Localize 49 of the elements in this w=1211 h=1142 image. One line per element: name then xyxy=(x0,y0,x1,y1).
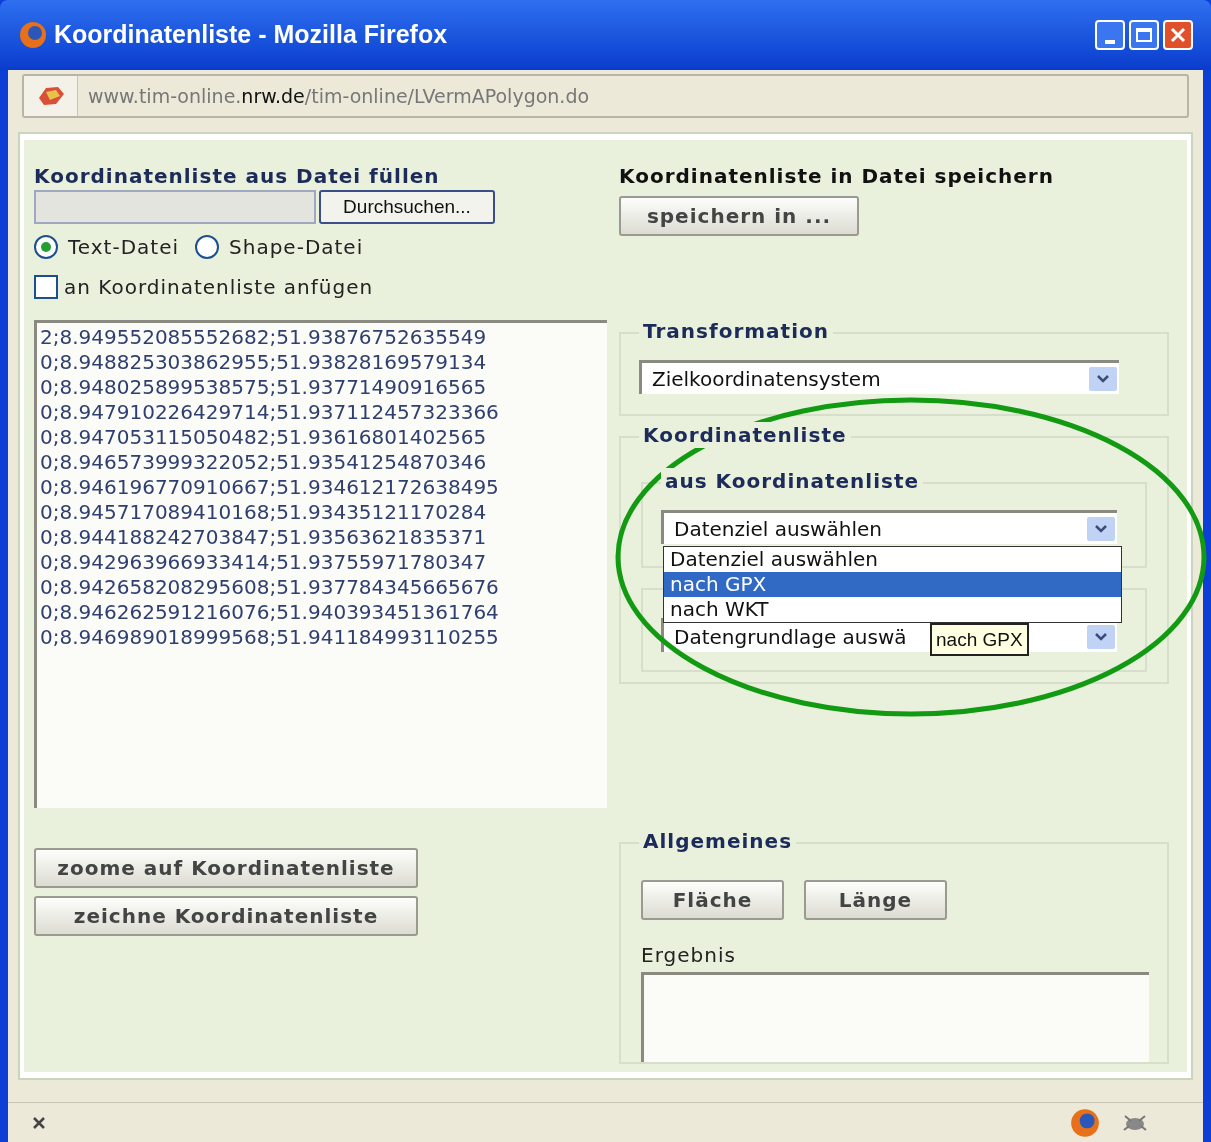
coordinate-line: 0;8.947053115050482;51.93616801402565 xyxy=(40,425,488,450)
close-icon[interactable] xyxy=(32,1115,46,1130)
site-icon xyxy=(24,76,78,116)
form-button[interactable]: zeichne Koordinatenliste xyxy=(34,896,418,936)
section-heading: Koordinatenliste in Datei speichern xyxy=(619,164,1055,188)
coordinate-line: 0;8.944188242703847;51.93563621835371 xyxy=(40,525,488,550)
coordinate-line: 0;8.946573999322052;51.93541254870346 xyxy=(40,450,488,475)
form-button[interactable]: zoome auf Koordinatenliste xyxy=(34,848,418,888)
maximize-button[interactable] xyxy=(1129,20,1159,50)
browser-logo-icon xyxy=(18,20,48,50)
window-title: Koordinatenliste - Mozilla Firefox xyxy=(54,19,448,51)
result-label: Ergebnis xyxy=(641,942,737,969)
form-button[interactable]: Fläche xyxy=(641,880,784,920)
form-button[interactable]: Länge xyxy=(804,880,947,920)
address-bar[interactable]: www.tim-online.nrw.de/tim-online/LVermAPolygon.do xyxy=(22,74,1189,118)
coordinate-system-select[interactable]: Zielkoordinatensystem xyxy=(639,360,1119,394)
form-button[interactable]: speichern in ... xyxy=(619,196,859,236)
coordinate-line: 0;8.946196770910667;51.934612172638495 xyxy=(40,475,500,500)
coordinate-line: 0;8.946989018999568;51.941184993110255 xyxy=(40,625,500,650)
minimize-button[interactable] xyxy=(1095,20,1125,50)
checkbox-label: an Koordinatenliste anfügen xyxy=(64,274,374,301)
radio-button[interactable] xyxy=(34,235,58,259)
file-input-field[interactable] xyxy=(34,190,316,224)
coordinates-textarea[interactable] xyxy=(34,320,607,808)
coordinate-line: 0;8.947910226429714;51.937112457323366 xyxy=(40,400,500,425)
radio-label: Shape-Datei xyxy=(229,234,364,261)
url-text[interactable]: www.tim-online.nrw.de/tim-online/LVermAPolygon.do xyxy=(88,81,590,111)
coordinate-line: 0;8.946262591216076;51.940393451361764 xyxy=(40,600,500,625)
checkbox[interactable] xyxy=(34,275,58,299)
dropdown-option[interactable]: Datenziel auswählen xyxy=(664,547,1121,572)
maximize-icon xyxy=(1136,28,1152,42)
tooltip: nach GPX xyxy=(930,623,1029,656)
section-heading: Koordinatenliste aus Datei füllen xyxy=(34,164,441,188)
section-legend: Koordinatenliste xyxy=(639,422,851,448)
coordinate-line: 0;8.942963966933414;51.93755971780347 xyxy=(40,550,488,575)
dropdown-option[interactable]: nach GPX xyxy=(664,572,1121,597)
coordinate-line: 0;8.945717089410168;51.93435121170284 xyxy=(40,500,488,525)
radio-button[interactable] xyxy=(195,235,220,259)
radio-label: Text-Datei xyxy=(68,234,180,261)
coordinate-line: 0;8.948825303862955;51.93828169579134 xyxy=(40,350,488,375)
coordinate-line: 2;8.949552085552682;51.93876752635549 xyxy=(40,325,488,350)
coordinate-line: 0;8.948025899538575;51.93771490916565 xyxy=(40,375,488,400)
minimize-icon xyxy=(1105,40,1115,44)
result-textarea[interactable] xyxy=(641,972,1149,1062)
close-button[interactable] xyxy=(1163,20,1193,50)
browser-logo-icon[interactable] xyxy=(1069,1106,1101,1139)
coordinate-line: 0;8.942658208295608;51.937784345665676 xyxy=(40,575,500,600)
close-icon xyxy=(1170,27,1186,43)
browse-button[interactable]: Durchsuchen... xyxy=(319,190,495,224)
